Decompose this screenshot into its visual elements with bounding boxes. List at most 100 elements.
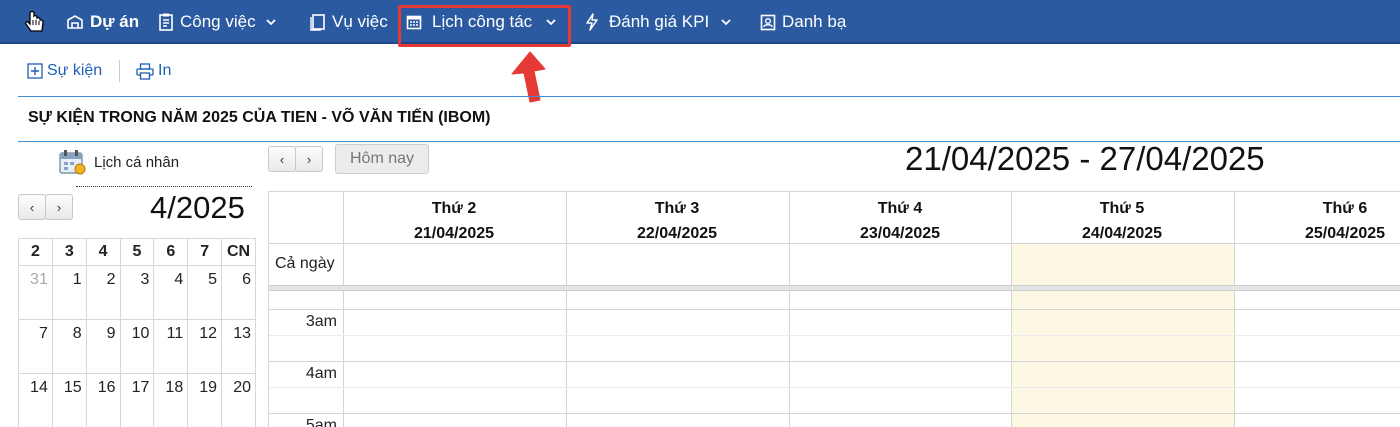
half-hour-line xyxy=(269,387,1400,388)
day-name: Thứ 6 xyxy=(1322,200,1368,217)
time-label: 5am xyxy=(305,417,337,427)
highlight-box xyxy=(398,5,571,47)
mini-day-cell[interactable]: 9 xyxy=(85,319,121,374)
weekday-header: 4 xyxy=(85,238,121,266)
printer-icon xyxy=(136,62,154,80)
toolbar: Sự kiện In xyxy=(0,50,1400,94)
prev-week-button[interactable]: ‹ xyxy=(268,146,296,172)
day-name: Thứ 2 xyxy=(431,200,477,217)
weekday-header: 3 xyxy=(51,238,87,266)
mini-day-cell[interactable]: 31 xyxy=(18,265,53,320)
nav-item-projects[interactable]: Dự án xyxy=(66,0,139,44)
mini-next-month-button[interactable]: › xyxy=(45,194,73,220)
mini-day-cell[interactable]: 11 xyxy=(153,319,189,374)
cases-icon xyxy=(310,14,325,31)
row-line xyxy=(269,243,1400,244)
nav-item-label: Vụ việc xyxy=(332,12,388,31)
mini-calendar-month: 4/2025 xyxy=(150,190,245,225)
contacts-icon xyxy=(760,14,776,30)
projects-icon xyxy=(67,15,83,29)
nav-item-kpi[interactable]: Đánh giá KPI xyxy=(585,0,737,44)
toolbar-separator xyxy=(119,60,120,82)
mini-day-cell[interactable]: 8 xyxy=(51,319,87,374)
mini-prev-month-button[interactable]: ‹ xyxy=(18,194,46,220)
mini-day-cell[interactable]: 3 xyxy=(119,265,155,320)
mini-day-cell[interactable]: 7 xyxy=(18,319,53,374)
time-label: 3am xyxy=(305,313,337,330)
all-day-label: Cả ngày xyxy=(275,255,335,272)
day-name: Thứ 5 xyxy=(1099,200,1145,217)
half-hour-line xyxy=(269,335,1400,336)
row-line xyxy=(269,309,1400,310)
chevron-right-icon: › xyxy=(306,151,312,167)
plus-square-icon xyxy=(27,63,43,79)
chevron-down-icon xyxy=(721,18,731,25)
mini-day-cell[interactable]: 14 xyxy=(18,373,53,427)
tasks-icon xyxy=(159,13,173,31)
print-button[interactable]: In xyxy=(136,62,171,80)
mini-day-cell[interactable]: 2 xyxy=(85,265,121,320)
mini-day-cell[interactable]: 1 xyxy=(51,265,87,320)
next-week-button[interactable]: › xyxy=(295,146,323,172)
weekday-header: 6 xyxy=(153,238,189,266)
weekday-header: 2 xyxy=(18,238,53,266)
day-header-mon[interactable]: Thứ 2 21/04/2025 xyxy=(343,196,565,246)
weekday-header-row: 2 3 4 5 6 7 CN xyxy=(18,238,256,266)
today-button[interactable]: Hôm nay xyxy=(335,144,429,174)
personal-calendar-label: Lịch cá nhân xyxy=(94,153,180,171)
nav-item-contacts[interactable]: Danh bạ xyxy=(760,0,846,44)
mini-calendar: 2 3 4 5 6 7 CN 31 1 2 3 4 5 6 7 8 9 10 1… xyxy=(18,238,256,427)
day-header-fri[interactable]: Thứ 6 25/04/2025 xyxy=(1234,196,1400,246)
nav-item-label: Công việc xyxy=(180,12,256,31)
add-event-label: Sự kiện xyxy=(47,62,103,79)
chevron-left-icon: ‹ xyxy=(279,151,285,167)
divider xyxy=(18,96,1400,97)
chevron-down-icon xyxy=(265,18,276,25)
nav-item-cases[interactable]: Vụ việc xyxy=(310,0,388,44)
hand-cursor-icon xyxy=(25,10,44,32)
day-name: Thứ 4 xyxy=(877,200,923,217)
mini-day-cell[interactable]: 4 xyxy=(153,265,189,320)
section-title: SỰ KIỆN TRONG NĂM 2025 CỦA TIEN - VÕ VĂN… xyxy=(28,109,491,126)
day-header-tue[interactable]: Thứ 3 22/04/2025 xyxy=(566,196,788,246)
today-button-label: Hôm nay xyxy=(349,150,415,167)
row-line xyxy=(269,413,1400,414)
lightning-icon xyxy=(586,13,598,31)
mini-day-cell[interactable]: 20 xyxy=(221,373,256,427)
mini-day-cell[interactable]: 16 xyxy=(85,373,121,427)
day-header-thu[interactable]: Thứ 5 24/04/2025 xyxy=(1011,196,1233,246)
chevron-left-icon: ‹ xyxy=(29,199,35,215)
nav-item-tasks[interactable]: Công việc xyxy=(158,0,282,44)
mini-day-cell[interactable]: 10 xyxy=(119,319,155,374)
nav-item-label: Danh bạ xyxy=(782,12,847,31)
week-row: 31 1 2 3 4 5 6 xyxy=(18,265,256,320)
chevron-right-icon: › xyxy=(56,199,62,215)
week-row: 14 15 16 17 18 19 20 xyxy=(18,373,256,427)
print-label: In xyxy=(158,62,172,79)
mini-day-cell[interactable]: 19 xyxy=(187,373,223,427)
mini-day-cell[interactable]: 17 xyxy=(119,373,155,427)
weekday-header: CN xyxy=(221,238,256,266)
row-line xyxy=(269,361,1400,362)
dotted-separator xyxy=(76,186,252,187)
personal-calendar-icon xyxy=(59,150,86,175)
personal-calendar-link[interactable]: Lịch cá nhân xyxy=(58,148,179,176)
all-day-divider xyxy=(269,285,1400,291)
time-label: 4am xyxy=(305,365,337,382)
mini-day-cell[interactable]: 12 xyxy=(187,319,223,374)
mini-day-cell[interactable]: 18 xyxy=(153,373,189,427)
nav-item-label: Dự án xyxy=(90,12,140,31)
add-event-button[interactable]: Sự kiện xyxy=(27,62,102,80)
week-range-title: 21/04/2025 - 27/04/2025 xyxy=(905,140,1265,177)
mini-day-cell[interactable]: 13 xyxy=(221,319,256,374)
mini-day-cell[interactable]: 5 xyxy=(187,265,223,320)
week-row: 7 8 9 10 11 12 13 xyxy=(18,319,256,374)
weekday-header: 7 xyxy=(187,238,223,266)
day-header-wed[interactable]: Thứ 4 23/04/2025 xyxy=(789,196,1011,246)
day-name: Thứ 3 xyxy=(654,200,700,217)
week-grid: Thứ 2 21/04/2025 Thứ 3 22/04/2025 Thứ 4 … xyxy=(268,191,1400,427)
mini-day-cell[interactable]: 15 xyxy=(51,373,87,427)
mini-day-cell[interactable]: 6 xyxy=(221,265,256,320)
top-navigation-bar: Dự án Công việc Vụ việc Lịch công tác Đá… xyxy=(0,0,1400,44)
nav-item-label: Đánh giá KPI xyxy=(609,12,710,31)
